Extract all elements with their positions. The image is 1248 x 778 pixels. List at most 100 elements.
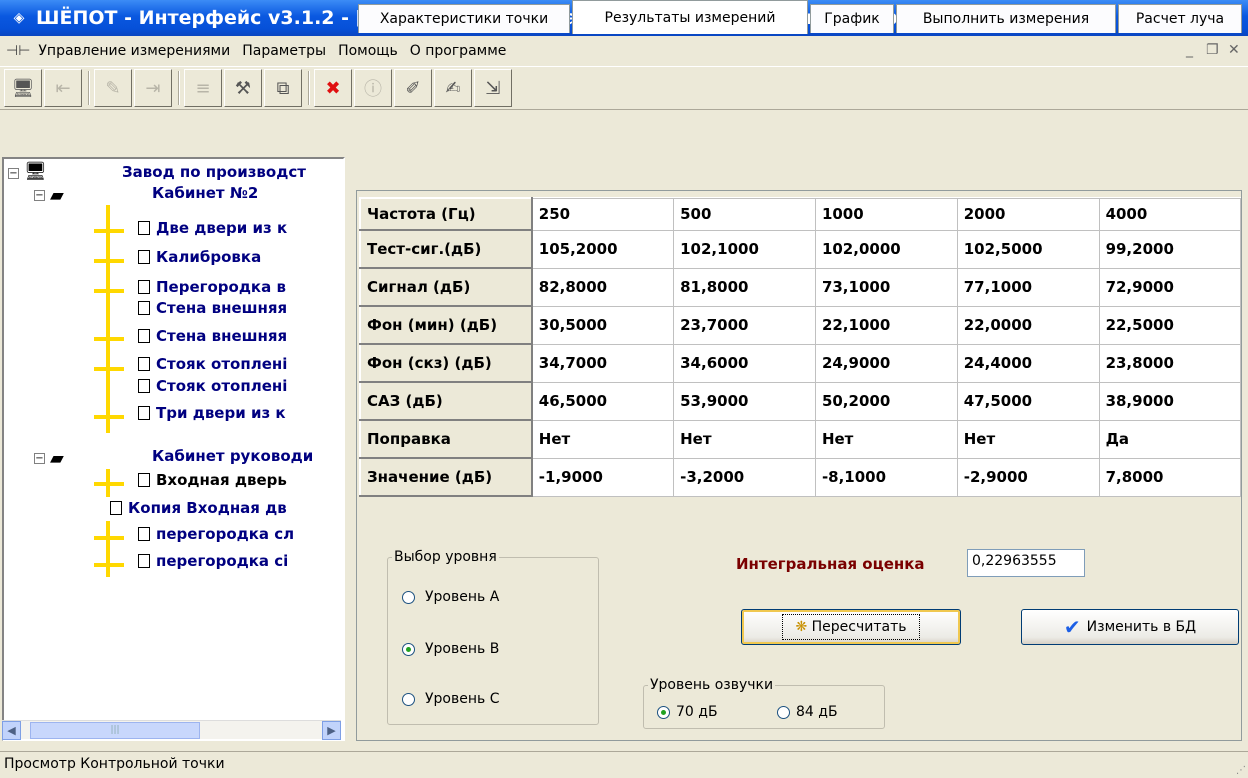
tree-item[interactable]: перегородка сі xyxy=(138,552,344,570)
resize-grip-icon[interactable]: ⋰ xyxy=(1236,765,1246,776)
table-cell[interactable]: -2,9000 xyxy=(956,457,1100,497)
table-cell[interactable]: Нет xyxy=(673,419,816,459)
tree-item[interactable]: Две двери из к xyxy=(138,219,344,237)
recalculate-button[interactable]: ❋ Пересчитать xyxy=(741,609,961,645)
pencil-icon[interactable]: ✐ xyxy=(394,69,432,107)
table-cell[interactable]: 105,2000 xyxy=(531,229,675,269)
menu-parameters[interactable]: Параметры xyxy=(236,43,332,59)
tree-item[interactable]: Три двери из к xyxy=(138,404,344,422)
page-icon xyxy=(138,357,150,371)
copy-icon[interactable]: ⧉ xyxy=(264,69,302,107)
tree-cabinet-2[interactable]: Кабинет руководи xyxy=(152,447,344,465)
tree-item[interactable]: Перегородка в xyxy=(138,278,344,296)
tree-item[interactable]: Стояк отоплені xyxy=(138,377,344,395)
list-icon[interactable]: ≡ xyxy=(184,69,222,107)
radio-level-b[interactable]: Уровень В xyxy=(402,641,499,657)
scroll-right-icon[interactable]: ▶ xyxy=(322,721,341,740)
table-cell[interactable]: 23,7000 xyxy=(673,305,816,345)
table-cell[interactable]: 77,1000 xyxy=(956,267,1100,307)
tree-item[interactable]: Копия Входная дв xyxy=(110,499,344,517)
table-cell[interactable]: Нет xyxy=(531,419,675,459)
table-cell[interactable]: 22,5000 xyxy=(1098,305,1242,345)
tab-perform-measurements[interactable]: Выполнить измерения xyxy=(896,4,1116,33)
info-icon[interactable]: ⓘ xyxy=(354,69,392,107)
table-cell[interactable]: 50,2000 xyxy=(814,381,958,421)
table-cell[interactable]: Нет xyxy=(814,419,958,459)
mdi-restore-button[interactable]: ❐ xyxy=(1206,42,1219,58)
tree-item[interactable]: Стена внешняя xyxy=(138,327,344,345)
radio-70db[interactable]: 70 дБ xyxy=(657,704,718,720)
tree-root[interactable]: Завод по производст xyxy=(122,163,306,181)
tree-root-icon[interactable]: 🖥 xyxy=(4,69,42,107)
tree-item[interactable]: Стояк отоплені xyxy=(138,355,344,373)
table-cell[interactable]: -8,1000 xyxy=(814,457,958,497)
collapse-icon[interactable]: − xyxy=(34,453,45,464)
update-db-button[interactable]: ✔ Изменить в БД xyxy=(1021,609,1239,645)
table-row: Тест-сиг.(дБ) 105,2000 102,1000 102,0000… xyxy=(359,229,1242,269)
row-header: САЗ (дБ) xyxy=(359,381,533,421)
results-panel: Частота (Гц) 250 500 1000 2000 4000 Тест… xyxy=(356,190,1242,741)
write-icon[interactable]: ✍ xyxy=(434,69,472,107)
table-cell[interactable]: 102,0000 xyxy=(814,229,958,269)
tree-connector xyxy=(106,205,110,433)
page-icon xyxy=(138,329,150,343)
tab-beam-calculation[interactable]: Расчет луча xyxy=(1118,4,1242,33)
table-cell[interactable]: 7,8000 xyxy=(1098,457,1242,497)
page-icon xyxy=(138,379,150,393)
table-cell[interactable]: 53,9000 xyxy=(673,381,816,421)
tools-icon[interactable]: ⚒ xyxy=(224,69,262,107)
radio-level-a[interactable]: Уровень А xyxy=(402,589,499,605)
move-right-icon[interactable]: ⇥ xyxy=(134,69,172,107)
table-cell[interactable]: 102,5000 xyxy=(956,229,1100,269)
table-cell[interactable]: 24,9000 xyxy=(814,343,958,383)
table-row: САЗ (дБ) 46,5000 53,9000 50,2000 47,5000… xyxy=(359,381,1242,421)
move-left-icon[interactable]: ⇤ xyxy=(44,69,82,107)
mdi-close-button[interactable]: ✕ xyxy=(1228,42,1240,58)
table-cell[interactable]: -1,9000 xyxy=(531,457,675,497)
tree-item-selected[interactable]: Входная дверь xyxy=(138,471,344,489)
radio-84db[interactable]: 84 дБ xyxy=(777,704,838,720)
table-cell[interactable]: 72,9000 xyxy=(1098,267,1242,307)
table-cell[interactable]: 24,4000 xyxy=(956,343,1100,383)
edit-icon[interactable]: ✎ xyxy=(94,69,132,107)
exit-icon[interactable]: ⇲ xyxy=(474,69,512,107)
table-cell[interactable]: 73,1000 xyxy=(814,267,958,307)
menu-measurements[interactable]: Управление измерениями xyxy=(32,43,236,59)
tab-point-characteristics[interactable]: Характеристики точки xyxy=(358,4,570,33)
delete-icon[interactable]: ✖ xyxy=(314,69,352,107)
table-cell[interactable]: Да xyxy=(1098,419,1242,459)
table-cell[interactable]: -3,2000 xyxy=(673,457,816,497)
table-cell[interactable]: 30,5000 xyxy=(531,305,675,345)
table-cell[interactable]: 99,2000 xyxy=(1098,229,1242,269)
table-cell[interactable]: 38,9000 xyxy=(1098,381,1242,421)
tab-measurement-results[interactable]: Результаты измерений xyxy=(572,0,808,34)
table-cell[interactable]: 22,1000 xyxy=(814,305,958,345)
scroll-thumb[interactable]: ||| xyxy=(30,722,200,739)
menu-help[interactable]: Помощь xyxy=(332,43,404,59)
table-cell[interactable]: 34,6000 xyxy=(673,343,816,383)
table-cell[interactable]: 102,1000 xyxy=(673,229,816,269)
collapse-icon[interactable]: − xyxy=(34,190,45,201)
tree-item[interactable]: Калибровка xyxy=(138,248,344,266)
tree-view[interactable]: − 🖥 Завод по производст − ▰ Кабинет №2 Д… xyxy=(2,157,345,741)
tree-cabinet-1[interactable]: Кабинет №2 xyxy=(152,184,258,202)
table-cell[interactable]: 82,8000 xyxy=(531,267,675,307)
tree-horizontal-scrollbar[interactable]: ◀ ||| ▶ xyxy=(2,720,341,740)
header-cell: 250 xyxy=(531,197,675,231)
tab-graph[interactable]: График xyxy=(810,4,894,33)
table-cell[interactable]: 22,0000 xyxy=(956,305,1100,345)
tree-item[interactable]: перегородка сл xyxy=(138,525,344,543)
table-cell[interactable]: 81,8000 xyxy=(673,267,816,307)
table-cell[interactable]: 46,5000 xyxy=(531,381,675,421)
table-cell[interactable]: 34,7000 xyxy=(531,343,675,383)
table-cell[interactable]: 47,5000 xyxy=(956,381,1100,421)
mdi-minimize-button[interactable]: _ xyxy=(1186,42,1193,58)
table-cell[interactable]: Нет xyxy=(956,419,1100,459)
collapse-icon[interactable]: − xyxy=(8,168,19,179)
integral-value-field[interactable]: 0,22963555 xyxy=(967,549,1085,577)
radio-level-c[interactable]: Уровень С xyxy=(402,691,499,707)
menu-about[interactable]: О программе xyxy=(404,43,513,59)
tree-item[interactable]: Стена внешняя xyxy=(138,299,344,317)
scroll-left-icon[interactable]: ◀ xyxy=(2,721,21,740)
table-cell[interactable]: 23,8000 xyxy=(1098,343,1242,383)
